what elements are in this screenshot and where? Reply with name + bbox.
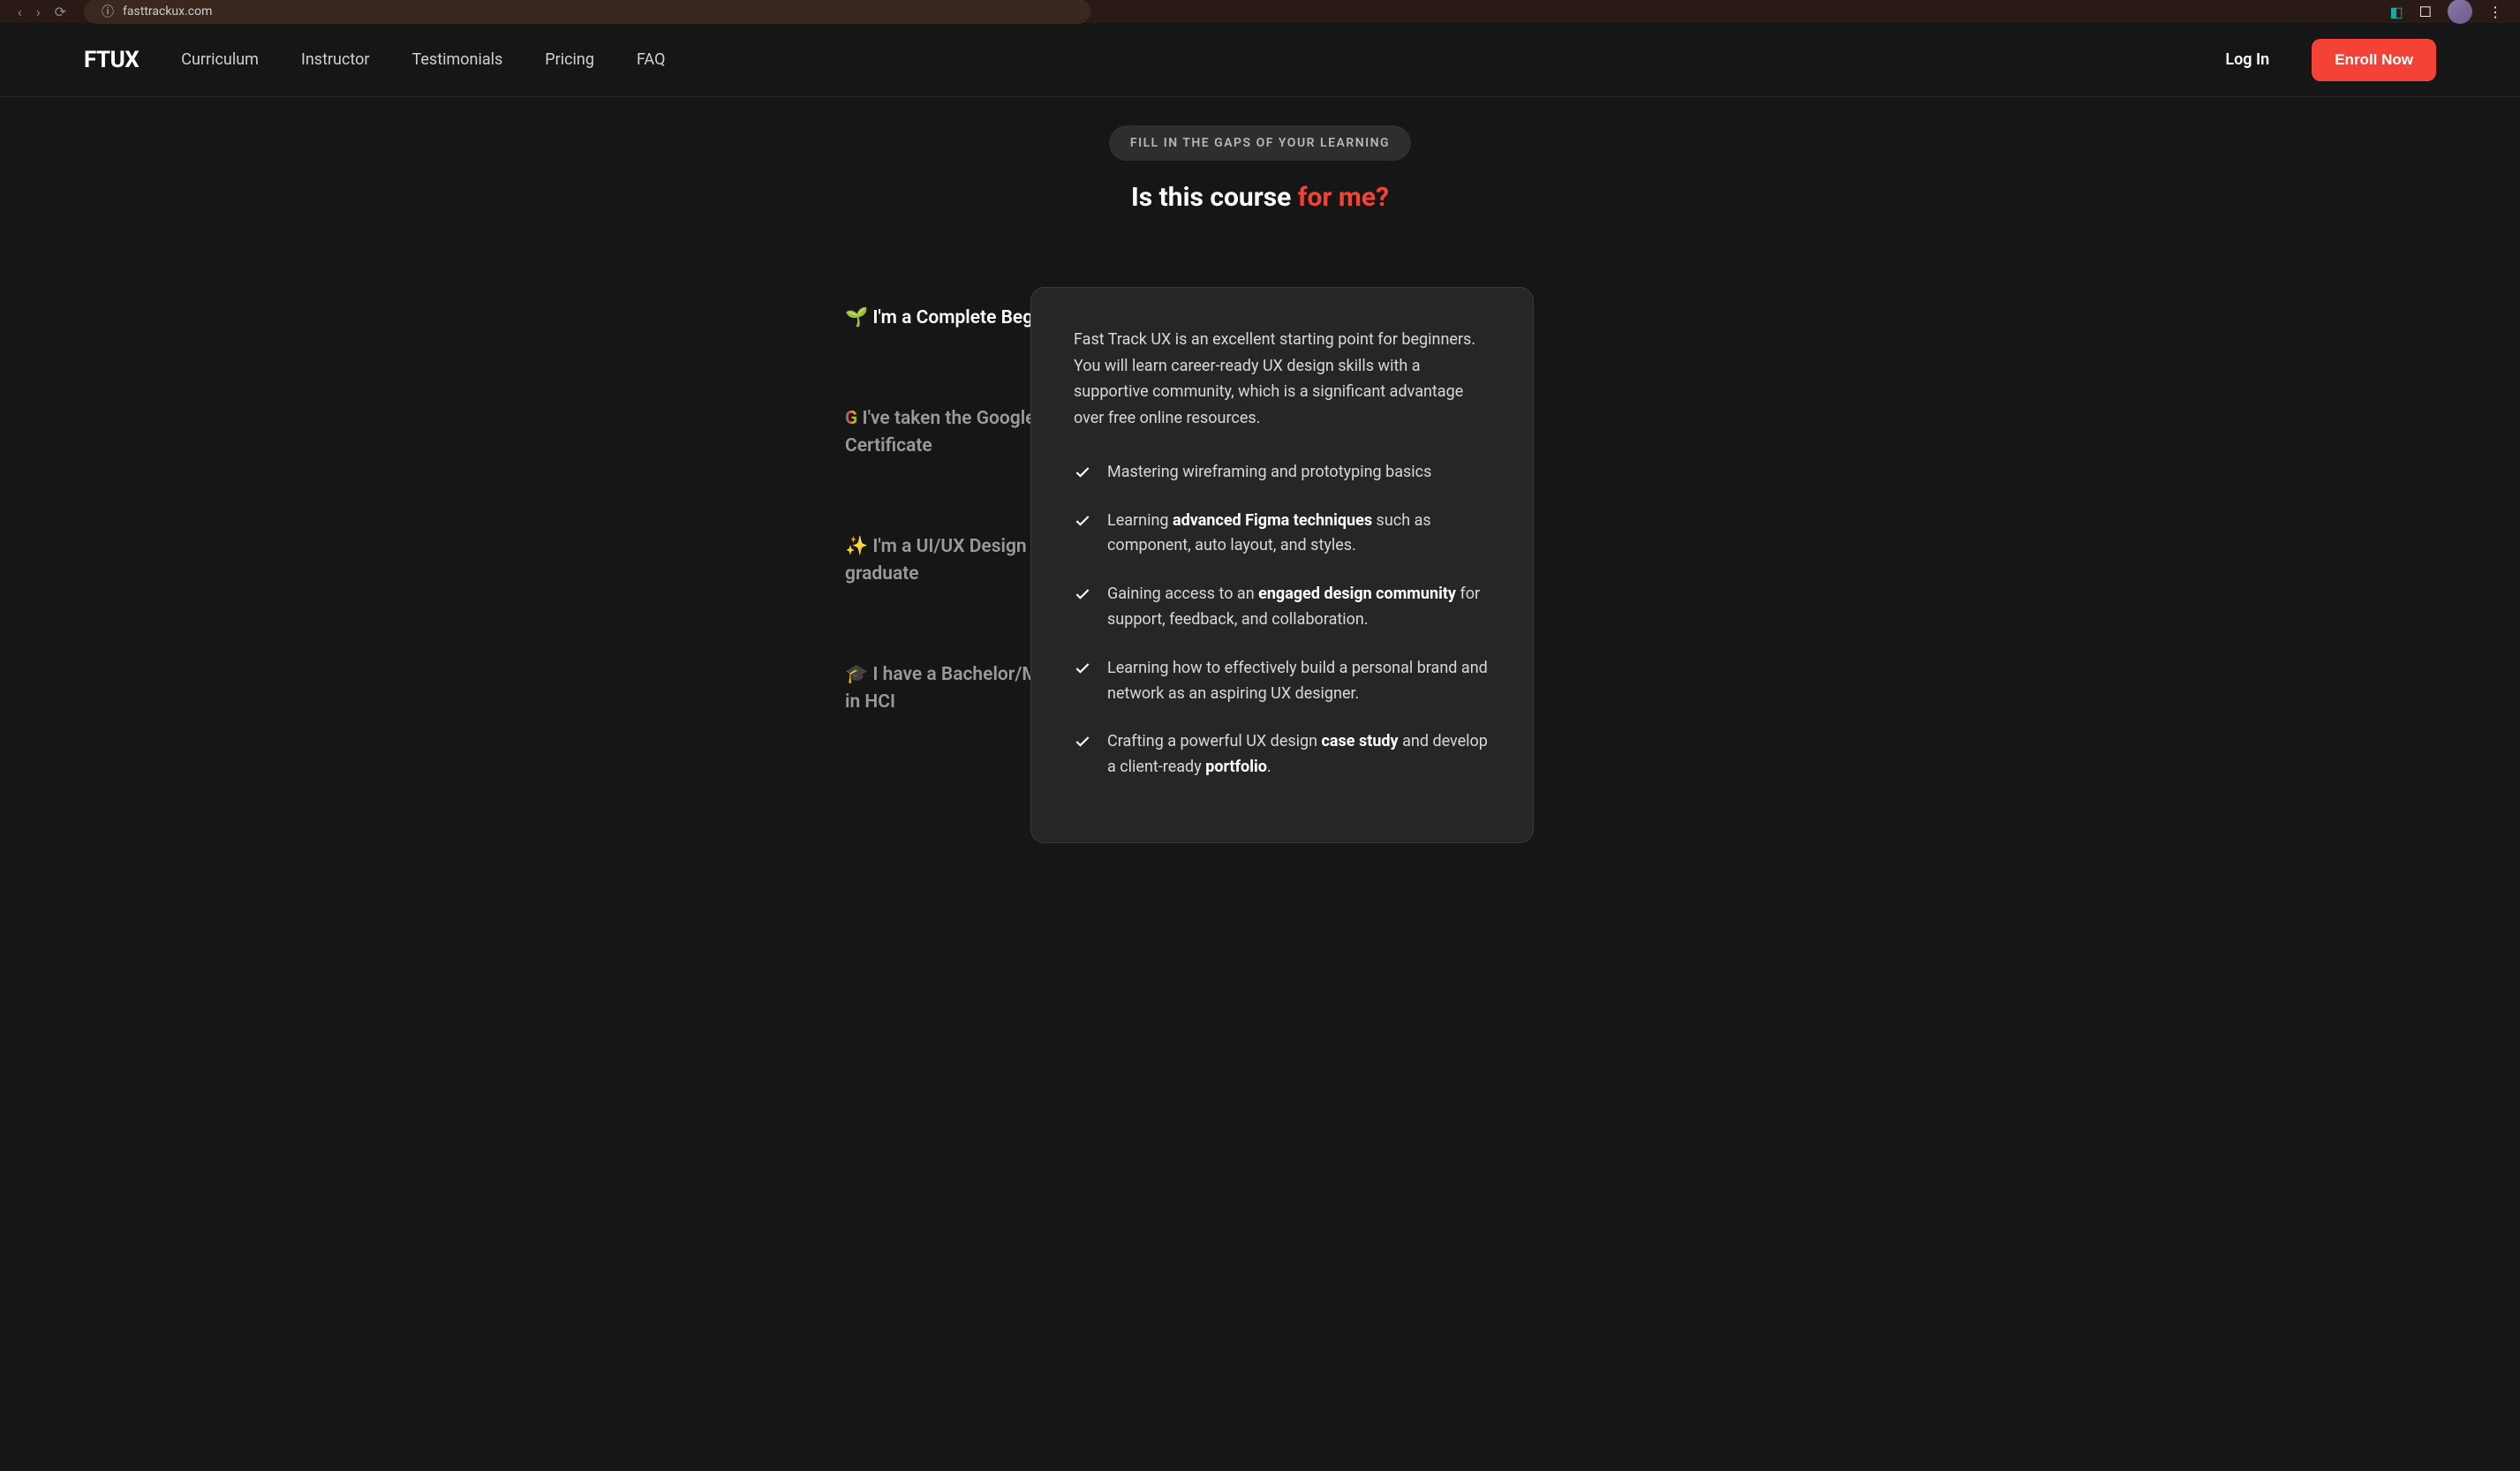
benefit-list: Mastering wireframing and prototyping ba…: [1074, 460, 1490, 781]
benefit-text: Mastering wireframing and prototyping ba…: [1107, 460, 1431, 486]
browser-chrome: ‹ › ⟳ ⓘ fasttrackux.com ◧ ☐ ⋮: [0, 0, 2520, 23]
benefit-item-2: Gaining access to an engaged design comm…: [1074, 582, 1490, 633]
check-icon: [1074, 512, 1091, 530]
extension-icon[interactable]: ◧: [2390, 4, 2403, 20]
nav-link-testimonials[interactable]: Testimonials: [411, 50, 502, 69]
nav-link-pricing[interactable]: Pricing: [545, 50, 594, 69]
benefit-text: Crafting a powerful UX design case study…: [1107, 729, 1490, 781]
check-icon: [1074, 585, 1091, 603]
menu-icon[interactable]: ⋮: [2488, 4, 2502, 20]
enroll-button[interactable]: Enroll Now: [2312, 39, 2436, 81]
nav-right: Log In Enroll Now: [2225, 39, 2436, 81]
audience-layout: 🌱 I'm a Complete BeginnerG I've taken th…: [624, 287, 1896, 843]
browser-toolbar-right: ◧ ☐ ⋮: [2390, 0, 2502, 24]
back-icon[interactable]: ‹: [18, 4, 22, 20]
url-bar[interactable]: ⓘ fasttrackux.com: [84, 0, 1090, 24]
headline-plain: Is this course: [1131, 182, 1298, 213]
nav-link-instructor[interactable]: Instructor: [301, 50, 370, 69]
check-icon: [1074, 733, 1091, 751]
check-icon: [1074, 464, 1091, 481]
benefit-text: Learning advanced Figma techniques such …: [1107, 509, 1490, 560]
check-icon: [1074, 660, 1091, 677]
benefit-item-0: Mastering wireframing and prototyping ba…: [1074, 460, 1490, 486]
section-pill: FILL IN THE GAPS OF YOUR LEARNING: [1109, 125, 1411, 161]
main-content: FILL IN THE GAPS OF YOUR LEARNING Is thi…: [624, 97, 1896, 843]
audience-tabs: 🌱 I'm a Complete BeginnerG I've taken th…: [651, 287, 969, 843]
nav-link-faq[interactable]: FAQ: [637, 50, 665, 69]
site-info-icon: ⓘ: [102, 3, 114, 20]
bookmark-icon[interactable]: ☐: [2419, 4, 2432, 20]
benefit-text: Gaining access to an engaged design comm…: [1107, 582, 1490, 633]
nav-links: Curriculum Instructor Testimonials Pricing F…: [181, 50, 665, 69]
headline-accent: for me?: [1298, 182, 1389, 213]
section-headline: Is this course for me?: [624, 182, 1896, 213]
logo[interactable]: FTUX: [84, 47, 139, 73]
url-text: fasttrackux.com: [123, 4, 212, 19]
site-nav: FTUX Curriculum Instructor Testimonials Pri…: [0, 23, 2520, 97]
nav-link-curriculum[interactable]: Curriculum: [181, 50, 259, 69]
login-button[interactable]: Log In: [2225, 50, 2269, 69]
profile-avatar[interactable]: [2448, 0, 2472, 24]
benefit-text: Learning how to effectively build a pers…: [1107, 656, 1490, 707]
panel-intro: Fast Track UX is an excellent starting p…: [1074, 327, 1490, 432]
reload-icon[interactable]: ⟳: [55, 4, 66, 20]
benefit-item-3: Learning how to effectively build a pers…: [1074, 656, 1490, 707]
browser-nav-controls: ‹ › ⟳: [18, 4, 66, 20]
benefit-item-4: Crafting a powerful UX design case study…: [1074, 729, 1490, 781]
benefit-item-1: Learning advanced Figma techniques such …: [1074, 509, 1490, 560]
forward-icon[interactable]: ›: [36, 4, 41, 20]
audience-panel: Fast Track UX is an excellent starting p…: [1030, 287, 1534, 843]
